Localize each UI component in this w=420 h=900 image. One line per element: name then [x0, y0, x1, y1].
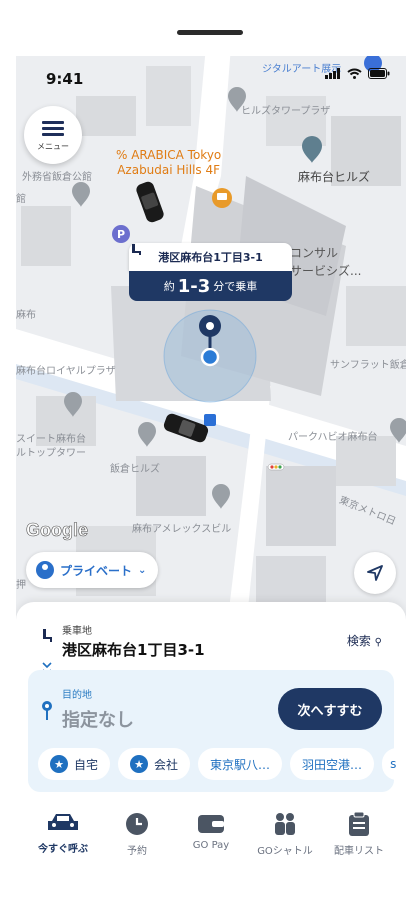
- private-mode-label: プライベート: [60, 563, 133, 578]
- chip-label: 羽田空港…: [302, 757, 363, 772]
- pickup-eta: 約 1-3 分で乗車: [129, 271, 292, 301]
- map-label: 麻布台ロイヤルプラザ: [16, 366, 116, 377]
- map-label: サンフラット飯倉: [330, 360, 406, 371]
- chip-label: 自宅: [74, 757, 99, 772]
- status-icons: [325, 68, 390, 79]
- star-icon: ★: [50, 755, 68, 773]
- search-label: 検索: [346, 634, 371, 648]
- eta-value: 1-3: [177, 275, 211, 297]
- map-label: コンサル: [290, 246, 339, 260]
- battery-icon: [368, 68, 390, 79]
- chip-office[interactable]: ★ 会社: [118, 748, 191, 780]
- wallet-icon: [198, 815, 224, 833]
- bottom-sheet: 乗車地 港区麻布台1丁目3-1 検索 ⚲ 目的地 指定なし 次へすすむ ★ 自宅: [16, 602, 406, 800]
- map-label: ルトップタワー: [16, 448, 86, 459]
- chip-haneda[interactable]: 羽田空港…: [290, 748, 375, 780]
- poi-arabica-line1: % ARABICA Tokyo: [116, 148, 222, 162]
- eta-suffix: 分で乗車: [213, 280, 258, 293]
- next-button[interactable]: 次へすすむ: [278, 688, 382, 730]
- clock-icon: [126, 813, 148, 835]
- tab-label: 今すぐ呼ぶ: [38, 844, 88, 855]
- destination-field[interactable]: 指定なし: [62, 706, 134, 732]
- wifi-icon: [347, 68, 362, 79]
- map-label: ヒルズタワープラザ: [241, 106, 331, 117]
- tab-go-shuttle[interactable]: GOシャトル: [250, 804, 320, 874]
- destination-pin-icon: [42, 701, 52, 720]
- pickup-popup[interactable]: 港区麻布台1丁目3-1 約 1-3 分で乗車: [129, 243, 292, 301]
- tab-reservation[interactable]: 予約: [102, 804, 172, 874]
- user-icon: [36, 561, 54, 579]
- status-time: 9:41: [46, 70, 84, 88]
- pickup-popup-header: 港区麻布台1丁目3-1: [129, 243, 292, 271]
- quick-destinations: ★ 自宅 ★ 会社 東京駅八… 羽田空港… s: [38, 748, 406, 780]
- poi-azabudai-hills[interactable]: 麻布台ヒルズ: [298, 168, 370, 185]
- chip-tokyo-station[interactable]: 東京駅八…: [198, 748, 283, 780]
- seat-icon: [43, 629, 52, 642]
- poi-arabica[interactable]: % ARABICA Tokyo Azabudai Hills 4F: [116, 148, 221, 178]
- menu-button[interactable]: メニュー: [24, 106, 82, 164]
- map-label: 麻布アメレックスビル: [132, 524, 232, 535]
- map-label: 館: [16, 194, 26, 205]
- chip-label: 会社: [154, 757, 179, 772]
- pickup-caption: 乗車地: [62, 626, 92, 637]
- chip-label: s: [390, 757, 397, 771]
- map-label: スイート麻布台: [16, 434, 86, 445]
- map-label: 飯倉ヒルズ: [110, 464, 160, 475]
- pickup-popup-address: 港区麻布台1丁目3-1: [158, 251, 263, 264]
- seat-icon: [132, 244, 141, 255]
- tab-label: 配車リスト: [334, 846, 384, 857]
- tab-dispatch-list[interactable]: 配車リスト: [324, 804, 394, 874]
- chip-label: 東京駅八…: [210, 757, 271, 772]
- tab-label: 予約: [127, 846, 147, 857]
- tab-go-pay[interactable]: GO Pay: [176, 804, 246, 874]
- chevron-down-icon: ⌄: [138, 564, 147, 576]
- map-label: 外務省飯倉公館: [22, 172, 92, 183]
- top-handle: [177, 30, 243, 35]
- private-mode-button[interactable]: プライベート ⌄: [26, 552, 158, 588]
- chip-home[interactable]: ★ 自宅: [38, 748, 111, 780]
- search-icon: ⚲: [374, 637, 382, 648]
- chip-more[interactable]: s: [382, 748, 406, 780]
- search-link[interactable]: 検索 ⚲: [347, 632, 382, 649]
- google-logo: Google: [26, 520, 89, 541]
- map-label: 押: [16, 580, 26, 591]
- destination-panel: 目的地 指定なし 次へすすむ ★ 自宅 ★ 会社 東京駅八… 羽田空港… s: [28, 670, 406, 792]
- pickup-location-row[interactable]: 乗車地 港区麻布台1丁目3-1: [40, 622, 205, 660]
- star-icon: ★: [130, 755, 149, 773]
- tab-label: GO Pay: [192, 840, 230, 851]
- clipboard-icon: [349, 812, 369, 836]
- signal-icon: [325, 68, 340, 79]
- navigation-arrow-icon: [367, 565, 383, 581]
- car-icon: [48, 814, 78, 830]
- app-screen: P ジタルアート展示 ヒルズタワープラザ 外務省飯倉公館 館 コンサル サービシ…: [16, 56, 406, 800]
- svg-text:P: P: [117, 228, 125, 241]
- tab-call-now[interactable]: 今すぐ呼ぶ: [28, 804, 98, 874]
- map-label: 麻布: [16, 310, 36, 321]
- tab-label: GOシャトル: [257, 846, 313, 857]
- hamburger-icon: [42, 118, 64, 139]
- pickup-address: 港区麻布台1丁目3-1: [62, 641, 205, 659]
- map-label: サービシズ...: [290, 264, 362, 278]
- poi-arabica-line2: Azabudai Hills 4F: [117, 163, 221, 177]
- menu-label: メニュー: [37, 142, 69, 151]
- eta-prefix: 約: [163, 280, 175, 293]
- people-icon: [275, 813, 295, 835]
- destination-caption: 目的地: [62, 690, 92, 701]
- tab-bar: 今すぐ呼ぶ 予約 GO Pay GOシャトル 配車リスト: [16, 804, 406, 874]
- current-location-button[interactable]: [354, 552, 396, 594]
- map-label: パークハビオ麻布台: [288, 432, 378, 443]
